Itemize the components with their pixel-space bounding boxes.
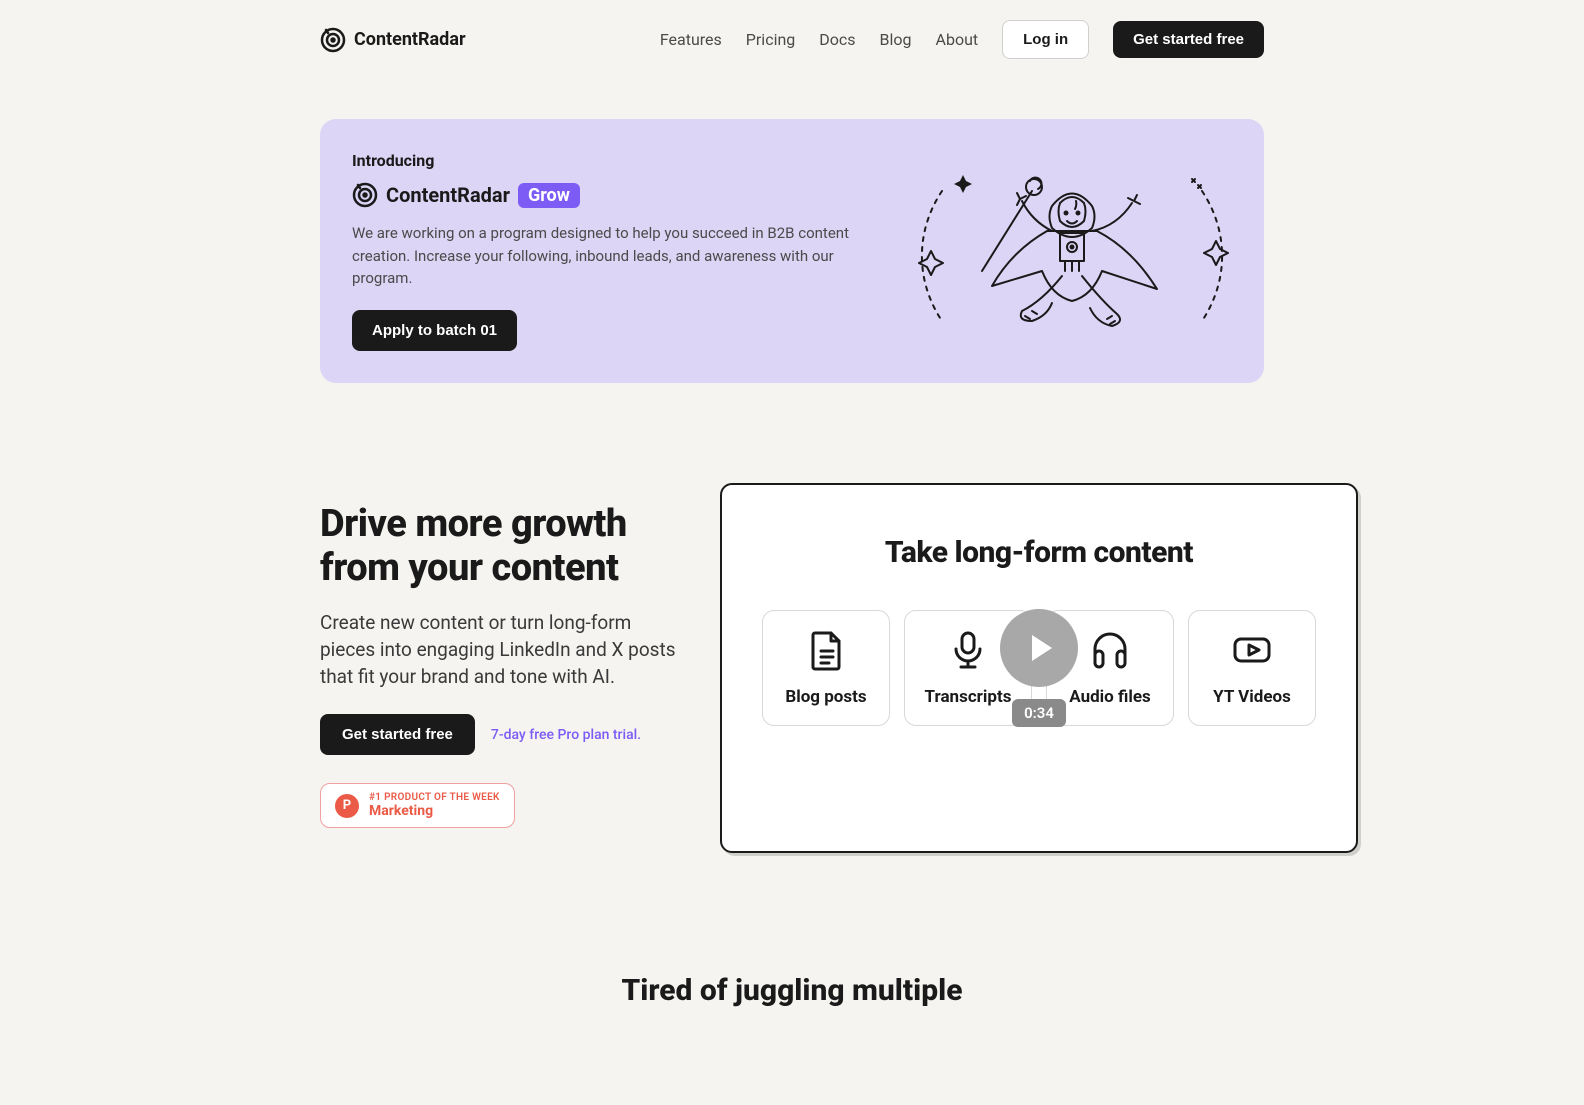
login-button[interactable]: Log in	[1002, 20, 1089, 59]
grow-banner: Introducing ContentRadar Grow We are wor…	[320, 119, 1264, 383]
teaser-title: Tired of juggling multiple	[320, 973, 1264, 1008]
logo[interactable]: ContentRadar	[320, 27, 466, 53]
banner-brand: ContentRadar	[386, 183, 510, 207]
content-type-label: Audio files	[1069, 687, 1151, 707]
video-duration: 0:34	[1012, 699, 1066, 727]
content-type-label: Transcripts	[925, 687, 1012, 707]
nav-docs[interactable]: Docs	[819, 30, 855, 49]
radar-icon	[352, 182, 378, 208]
microphone-icon	[947, 629, 989, 671]
document-icon	[805, 629, 847, 671]
headphones-icon	[1089, 629, 1131, 671]
content-type-label: YT Videos	[1213, 687, 1291, 707]
video-icon	[1231, 629, 1273, 671]
hero-video: Take long-form content Blog	[720, 483, 1358, 853]
content-type-yt: YT Videos	[1188, 610, 1316, 726]
nav-pricing[interactable]: Pricing	[746, 30, 796, 49]
hero-cta-row: Get started free 7-day free Pro plan tri…	[320, 714, 680, 755]
hero-description: Create new content or turn long-form pie…	[320, 610, 680, 690]
banner-intro: Introducing	[352, 151, 880, 170]
ph-line1: #1 PRODUCT OF THE WEEK	[369, 792, 500, 803]
radar-icon	[320, 27, 346, 53]
logo-text: ContentRadar	[354, 29, 466, 50]
teaser-section: Tired of juggling multiple	[320, 973, 1264, 1008]
trial-text: 7-day free Pro plan trial.	[491, 727, 641, 743]
hero-get-started-button[interactable]: Get started free	[320, 714, 475, 755]
apply-button[interactable]: Apply to batch 01	[352, 310, 517, 351]
get-started-button[interactable]: Get started free	[1113, 21, 1264, 58]
banner-description: We are working on a program designed to …	[352, 222, 880, 290]
product-hunt-icon: P	[335, 794, 359, 818]
content-type-blog: Blog posts	[762, 610, 890, 726]
video-title: Take long-form content	[762, 535, 1316, 570]
content-type-label: Blog posts	[785, 687, 866, 707]
product-hunt-text: #1 PRODUCT OF THE WEEK Marketing	[369, 792, 500, 819]
hero-text: Drive more growth from your content Crea…	[320, 483, 680, 828]
grow-badge: Grow	[518, 183, 580, 208]
play-icon	[1032, 635, 1052, 661]
play-button[interactable]	[1000, 609, 1078, 687]
banner-illustration	[912, 151, 1232, 351]
primary-nav: Features Pricing Docs Blog About Log in …	[660, 20, 1264, 59]
banner-content: Introducing ContentRadar Grow We are wor…	[352, 151, 880, 351]
header: ContentRadar Features Pricing Docs Blog …	[320, 0, 1264, 79]
product-hunt-badge[interactable]: P #1 PRODUCT OF THE WEEK Marketing	[320, 783, 515, 828]
play-overlay: 0:34	[1000, 609, 1078, 727]
nav-features[interactable]: Features	[660, 30, 722, 49]
nav-about[interactable]: About	[936, 30, 979, 49]
hero-title: Drive more growth from your content	[320, 503, 680, 590]
ph-line2: Marketing	[369, 803, 500, 819]
banner-logo-row: ContentRadar Grow	[352, 182, 880, 208]
nav-blog[interactable]: Blog	[880, 30, 912, 49]
hero-section: Drive more growth from your content Crea…	[320, 483, 1264, 853]
video-card[interactable]: Take long-form content Blog	[720, 483, 1358, 853]
